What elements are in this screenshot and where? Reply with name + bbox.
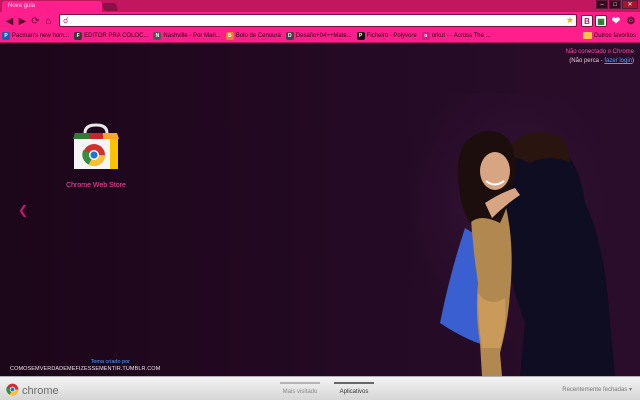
tab-most-visited[interactable]: Mais visitado [278,377,322,395]
other-bookmarks[interactable]: Outros favoritos [582,32,636,39]
other-bookmarks-label: Outros favoritos [593,32,636,39]
signin-status: Não conectado o Chrome [565,49,634,55]
heart-icon[interactable]: ❤ [610,15,622,27]
toolbar: ◀ ▶ ⟳ ⌂ ☌ ★ B ▦ ❤ ⚙ [0,12,640,30]
bookmark-item[interactable]: N Nashville - Por Mari... [153,32,221,40]
bookmark-label: Desafio+04++Mate... [295,33,352,39]
extension-icon-grid[interactable]: ▦ [595,15,607,27]
chrome-web-store-icon [71,123,121,173]
bookmark-item[interactable]: P Pacman's new hom... [2,32,69,40]
back-arrow-icon: ◀ [5,15,14,27]
app-tile-chrome-web-store[interactable]: Chrome Web Store [60,123,132,189]
back-button[interactable]: ◀ [3,15,16,28]
bookmark-favicon-icon: P [2,32,10,40]
bookmark-item[interactable]: D Desafio+04++Mate... [285,32,352,40]
chevron-down-icon: ▾ [628,387,632,393]
bookmark-star-icon[interactable]: ★ [566,15,576,26]
bookmark-label: orkut - - Across The ... [431,33,491,39]
signin-link[interactable]: fazer login [604,58,632,64]
bookmark-favicon-icon: N [153,32,162,40]
omnibox-input[interactable] [68,15,566,26]
chrome-wordmark: chrome [22,384,59,397]
home-icon: ⌂ [45,15,52,27]
home-button[interactable]: ⌂ [42,15,55,28]
tab-new-tab[interactable]: Nova guia [2,1,102,12]
extension-icon-b[interactable]: B [581,15,593,27]
theme-background-photo [410,93,640,376]
bookmark-label: Bolo de Cenoura [235,33,281,39]
new-tab-button[interactable] [101,3,119,11]
bookmark-item[interactable]: F EDITOR PRA COLOC... [74,32,148,40]
signin-promo: Não conectado o Chrome (Não perca - faze… [566,48,634,66]
theme-credit-link[interactable]: COMOSEMVERDADEMEFIZESSEMENTIR.TUMBLR.COM [10,366,160,373]
recently-closed-menu[interactable]: Recentemente fechadas ▾ [562,386,632,393]
tab-strip: Nova guia – □ ✕ [0,0,640,12]
bookmark-label: Ficheiro - Polyvore [366,33,417,39]
omnibox[interactable]: ☌ ★ [59,14,577,27]
bookmark-favicon-icon: P [356,32,365,40]
window-controls: – □ ✕ [596,0,638,9]
bookmarks-bar: P Pacman's new hom... F EDITOR PRA COLOC..… [0,30,640,43]
bookmark-label: Pacman's new hom... [12,33,70,39]
wrench-icon[interactable]: ⚙ [625,15,637,27]
bookmark-item[interactable]: P Ficheiro - Polyvore [356,32,417,40]
chevron-left-icon[interactable]: ❮ [18,203,28,217]
bookmark-favicon-icon: B [225,32,234,40]
forward-button[interactable]: ▶ [16,15,29,28]
tab-title: Nova guia [8,3,36,9]
app-label: Chrome Web Store [66,182,126,189]
forward-arrow-icon: ▶ [18,15,27,27]
new-tab-page: Não conectado o Chrome (Não perca - faze… [0,43,640,376]
bookmark-item[interactable]: B Bolo de Cenoura [225,32,281,40]
reload-button[interactable]: ⟳ [29,15,42,28]
signin-prompt: (Não perca - fazer login) [569,58,634,64]
minimize-button[interactable]: – [596,0,608,9]
bookmark-favicon-icon: o [421,32,430,40]
chrome-logo-icon [6,383,19,398]
theme-credit: Tema criado por COMOSEMVERDADEMEFIZESSEM… [10,359,160,373]
footer-tabs: Mais visitado Aplicativos [278,377,376,395]
bookmark-label: Nashville - Por Mari... [163,33,221,39]
reload-icon: ⟳ [31,15,40,27]
bookmark-favicon-icon: D [285,32,294,40]
tab-apps[interactable]: Aplicativos [332,377,376,395]
close-button[interactable]: ✕ [622,0,638,9]
bookmark-item[interactable]: o orkut - - Across The ... [421,32,491,40]
bookmark-label: EDITOR PRA COLOC... [84,33,149,39]
folder-icon [582,32,592,39]
ntp-footer: chrome Mais visitado Aplicativos Recente… [0,376,640,400]
theme-credit-label: Tema criado por [90,359,130,365]
bookmark-favicon-icon: F [74,32,83,40]
chrome-logo: chrome [6,383,59,398]
maximize-button[interactable]: □ [609,0,621,9]
